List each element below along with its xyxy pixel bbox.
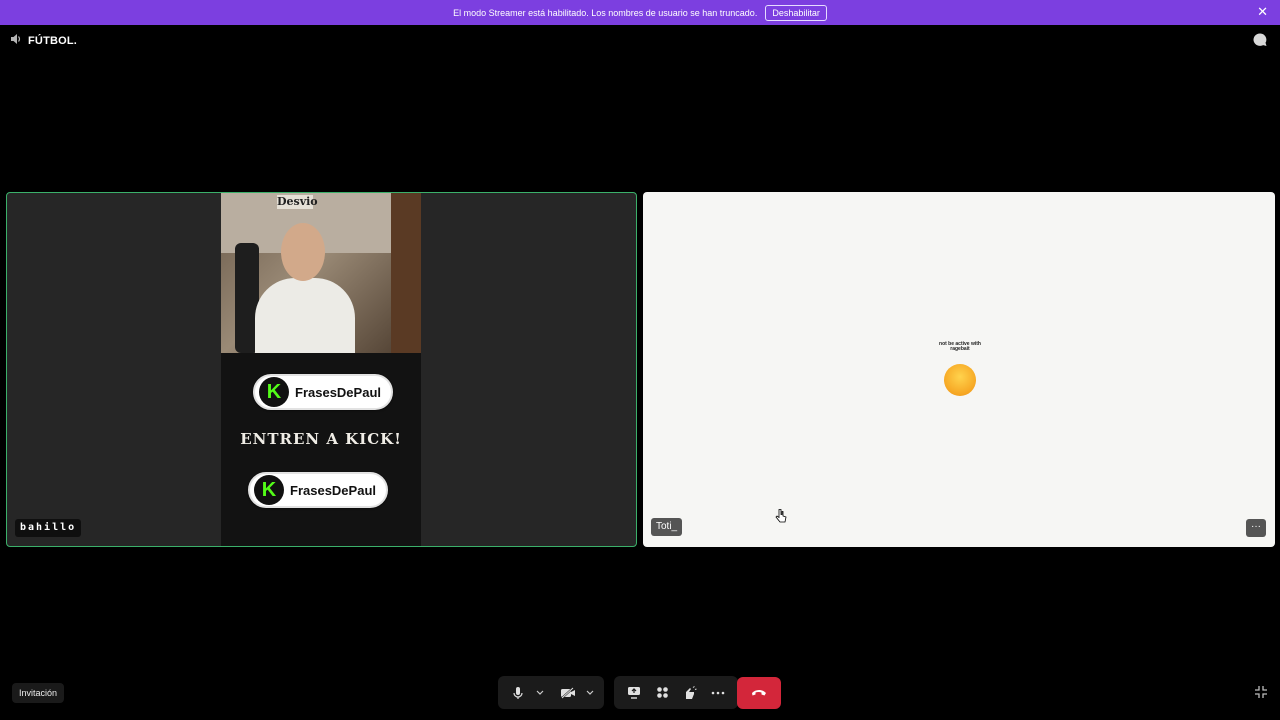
- webcam-feed: Desvio: [221, 193, 421, 353]
- participant-name-tag: bahillo: [15, 519, 82, 537]
- chevron-down-icon[interactable]: [582, 679, 598, 707]
- avatar: not be active with ragebait: [939, 341, 981, 398]
- wall-sign: Desvio: [277, 195, 318, 209]
- actions-group: [614, 676, 738, 709]
- promo-label: FrasesDePaul: [290, 482, 376, 498]
- avatar-caption: not be active with ragebait: [939, 341, 981, 352]
- tile-more-options-button[interactable]: ···: [1246, 519, 1266, 537]
- kick-promo-badge: K FrasesDePaul: [253, 374, 393, 410]
- activities-icon[interactable]: [648, 679, 676, 707]
- kick-logo-icon: K: [254, 475, 284, 505]
- kick-promo-badge: K FrasesDePaul: [248, 472, 388, 508]
- banner-message: El modo Streamer está habilitado. Los no…: [453, 7, 758, 18]
- participant-name-tag: Toti_: [651, 518, 683, 536]
- more-icon[interactable]: [704, 679, 732, 707]
- disable-streamer-mode-button[interactable]: Deshabilitar: [765, 4, 827, 21]
- pointer-cursor-icon: [775, 508, 787, 529]
- exit-fullscreen-icon[interactable]: [1254, 685, 1268, 704]
- camera-off-icon[interactable]: [554, 679, 582, 707]
- speaker-icon: [10, 33, 28, 48]
- participant-tile-bahillo[interactable]: Desvio K FrasesDePaul ENTREN A KICK! K F…: [6, 192, 637, 547]
- soundboard-icon[interactable]: [676, 679, 704, 707]
- microphone-icon[interactable]: [504, 679, 532, 707]
- kick-logo-icon: K: [259, 377, 289, 407]
- screen-share-icon[interactable]: [620, 679, 648, 707]
- invite-button[interactable]: Invitación: [12, 683, 65, 703]
- hang-up-icon: [751, 684, 767, 702]
- promo-label: FrasesDePaul: [295, 384, 381, 400]
- sleepy-emoji-icon: [944, 364, 976, 396]
- participant-tile-toti[interactable]: not be active with ragebait Toti_ ···: [643, 192, 1275, 547]
- disconnect-button[interactable]: [737, 677, 781, 709]
- media-controls: [498, 676, 738, 709]
- streamer-mode-banner: El modo Streamer está habilitado. Los no…: [0, 0, 1280, 25]
- voice-channel-header: FÚTBOL.: [10, 33, 77, 48]
- close-icon[interactable]: ✕: [1257, 5, 1268, 19]
- chat-bubble-icon[interactable]: [1252, 32, 1268, 53]
- chevron-down-icon[interactable]: [532, 679, 548, 707]
- channel-name: FÚTBOL.: [28, 34, 78, 47]
- mic-camera-group: [498, 676, 604, 709]
- stream-video[interactable]: Desvio K FrasesDePaul ENTREN A KICK! K F…: [221, 193, 421, 546]
- stream-headline: ENTREN A KICK!: [240, 430, 402, 448]
